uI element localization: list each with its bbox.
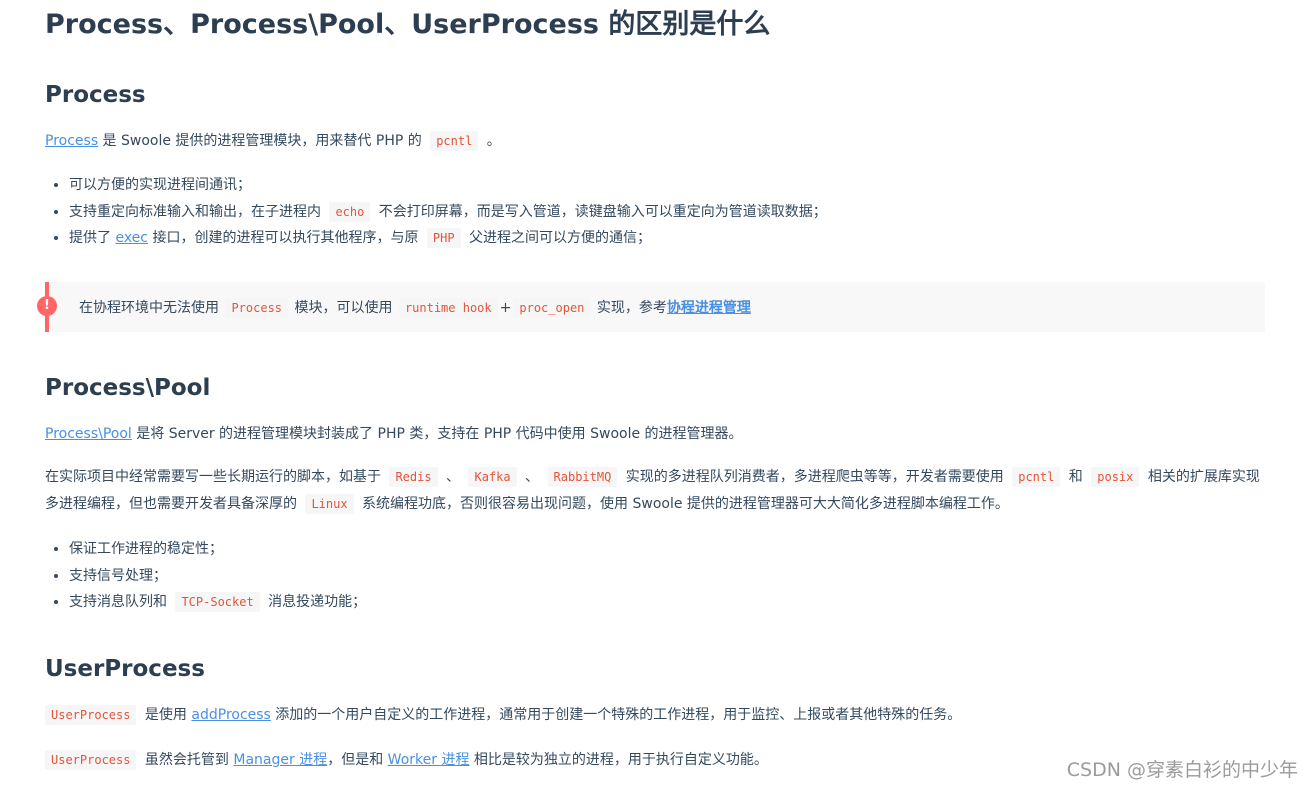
process-link[interactable]: Process bbox=[45, 133, 98, 149]
heading-process-pool: Process\Pool bbox=[45, 375, 211, 401]
coroutine-process-link[interactable]: 协程进程管理 bbox=[667, 300, 751, 316]
userprocess-p2: UserProcess 虽然会托管到 Manager 进程，但是和 Worker… bbox=[45, 750, 768, 770]
code-echo: echo bbox=[329, 201, 371, 222]
code-rabbitmq: RabbitMQ bbox=[547, 467, 618, 487]
code-posix: posix bbox=[1091, 467, 1140, 487]
addprocess-link[interactable]: addProcess bbox=[191, 707, 270, 723]
code-pcntl: pcntl bbox=[430, 131, 479, 151]
worker-process-link[interactable]: Worker 进程 bbox=[388, 752, 470, 768]
manager-process-link[interactable]: Manager 进程 bbox=[233, 752, 327, 768]
heading-userprocess: UserProcess bbox=[45, 656, 205, 682]
code-process: Process bbox=[225, 298, 289, 318]
exec-link[interactable]: exec bbox=[115, 230, 148, 246]
code-linux: Linux bbox=[305, 494, 354, 514]
warning-tip: ! 在协程环境中无法使用 Process 模块，可以使用 runtime hoo… bbox=[37, 282, 1265, 332]
code-redis: Redis bbox=[389, 467, 438, 487]
code-userprocess: UserProcess bbox=[45, 750, 137, 770]
list-item: 保证工作进程的稳定性； bbox=[69, 536, 366, 563]
code-proc-open: proc_open bbox=[513, 298, 591, 318]
code-runtime-hook: runtime hook bbox=[398, 298, 498, 318]
exclamation-icon: ! bbox=[37, 296, 57, 316]
heading-process: Process bbox=[45, 82, 146, 108]
csdn-watermark: CSDN @穿素白衫的中少年 bbox=[1066, 759, 1298, 781]
code-tcp-socket: TCP-Socket bbox=[175, 592, 260, 612]
code-pcntl: pcntl bbox=[1012, 467, 1061, 487]
warning-tip-text: 在协程环境中无法使用 Process 模块，可以使用 runtime hook +… bbox=[79, 298, 751, 318]
list-item: 支持重定向标准输入和输出，在子进程内 echo 不会打印屏幕，而是写入管道，读键… bbox=[69, 199, 827, 226]
page-title: Process、Process\Pool、UserProcess 的区别是什么 bbox=[45, 9, 771, 40]
list-item: 可以方便的实现进程间通讯； bbox=[69, 172, 827, 199]
process-pool-link[interactable]: Process\Pool bbox=[45, 426, 132, 442]
pool-intro: Process\Pool 是将 Server 的进程管理模块封装成了 PHP 类… bbox=[45, 426, 743, 442]
code-php: PHP bbox=[426, 228, 461, 248]
pool-feature-list: 保证工作进程的稳定性； 支持信号处理； 支持消息队列和 TCP-Socket 消… bbox=[45, 536, 366, 616]
code-userprocess: UserProcess bbox=[45, 705, 137, 725]
userprocess-p1: UserProcess 是使用 addProcess 添加的一个用户自定义的工作… bbox=[45, 705, 961, 725]
list-item: 支持信号处理； bbox=[69, 563, 366, 590]
list-item: 支持消息队列和 TCP-Socket 消息投递功能； bbox=[69, 589, 366, 616]
process-feature-list: 可以方便的实现进程间通讯； 支持重定向标准输入和输出，在子进程内 echo 不会… bbox=[45, 172, 827, 252]
pool-description: 在实际项目中经常需要写一些长期运行的脚本，如基于 Redis 、 Kafka 、… bbox=[45, 467, 1260, 514]
process-intro: Process 是 Swoole 提供的进程管理模块，用来替代 PHP 的 pc… bbox=[45, 131, 501, 151]
code-kafka: Kafka bbox=[468, 467, 517, 487]
list-item: 提供了 exec 接口，创建的进程可以执行其他程序，与原 PHP 父进程之间可以… bbox=[69, 225, 827, 252]
